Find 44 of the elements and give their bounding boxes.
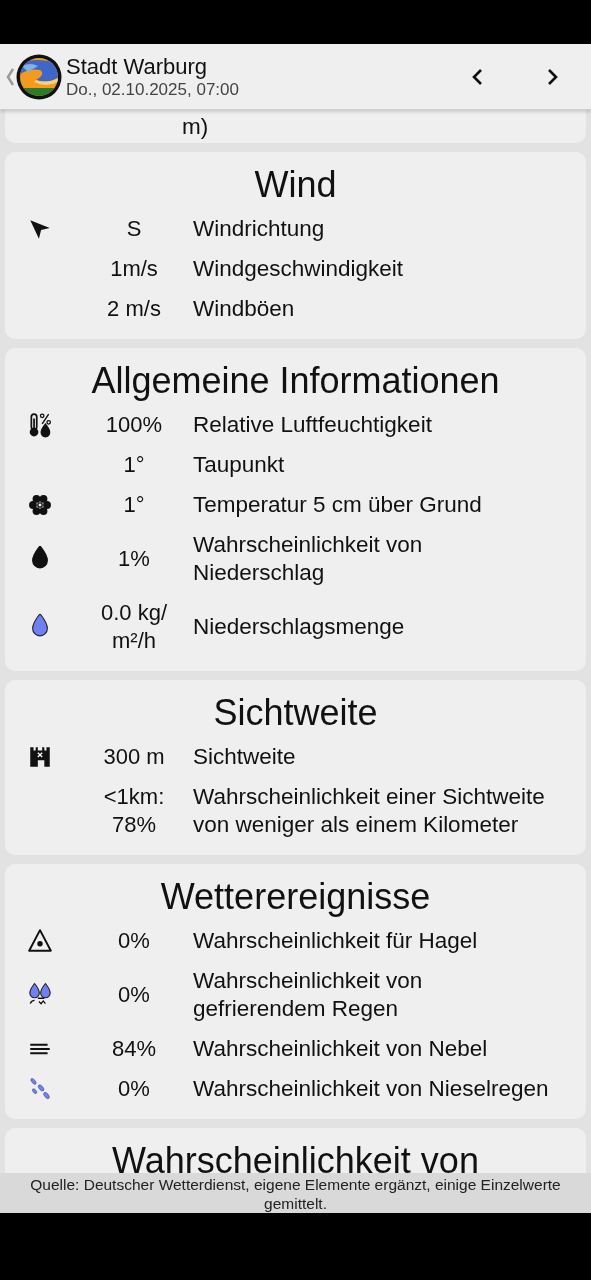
drops-icon <box>27 1076 53 1102</box>
tower-icon <box>27 744 53 770</box>
value-text: 0% <box>118 927 150 955</box>
row-label: Wahrscheinlichkeit von gefrierendem Regen <box>193 967 424 1023</box>
row-label: m) <box>182 112 209 141</box>
flower-icon <box>27 492 53 518</box>
chevron-right-icon <box>546 66 560 87</box>
row-label: Wahrscheinlichkeit von Niederschlag <box>193 531 424 587</box>
chevron-left-icon <box>470 66 484 87</box>
value-text: S <box>126 215 142 243</box>
value-text: 100% <box>105 411 163 439</box>
value-text: 1m/s <box>110 255 158 283</box>
section-title: Wind <box>253 163 338 207</box>
row-label: Temperatur 5 cm über Grund <box>193 491 483 519</box>
logo-icon <box>16 53 62 100</box>
section-title: Allgemeine Informationen <box>90 359 501 403</box>
value-text: 1% <box>118 545 150 573</box>
section-title: Wahrscheinlichkeit von <box>111 1139 480 1173</box>
row-label: Relative Luftfeuchtigkeit <box>193 411 433 439</box>
section-title: Sichtweite <box>212 691 379 735</box>
row-label: Wahrscheinlichkeit von Nebel <box>193 1035 489 1063</box>
row-label: Sichtweite <box>193 743 297 771</box>
value-text: <1km: 78% <box>102 783 166 839</box>
value-text: 300 m <box>103 743 165 771</box>
section-title: Wetterereignisse <box>159 875 432 919</box>
row-label: Taupunkt <box>193 451 286 479</box>
thermometer-drop-icon <box>27 412 53 438</box>
row-label: Niederschlagsmenge <box>193 613 406 641</box>
value-text: 1° <box>123 451 145 479</box>
location-title: Stadt Warburg <box>66 53 209 79</box>
value-text: 0% <box>118 1075 150 1103</box>
value-text: 1° <box>123 491 145 519</box>
date-time: Do., 02.10.2025, 07:00 <box>66 79 240 100</box>
row-label: Windgeschwindigkeit <box>193 255 405 283</box>
row-label: Wahrscheinlichkeit einer Sichtweite von weniger als einem Kilometer <box>193 783 546 839</box>
value-text: 0.0 kg/ m²/h <box>99 599 168 655</box>
value-text: 84% <box>111 1035 156 1063</box>
value-text: 0% <box>118 981 150 1009</box>
row-label: Windböen <box>193 295 296 323</box>
row-label: Wahrscheinlichkeit von Nieselregen <box>193 1075 550 1103</box>
row-label: Wahrscheinlichkeit für Hagel <box>193 927 479 955</box>
value-text: 2 m/s <box>107 295 161 323</box>
source-note: Quelle: Deutscher Wetterdienst, eigene Elemente ergänzt, einige Einzelwerte gemittelt. <box>29 1175 562 1213</box>
row-label: Windrichtung <box>193 215 326 243</box>
